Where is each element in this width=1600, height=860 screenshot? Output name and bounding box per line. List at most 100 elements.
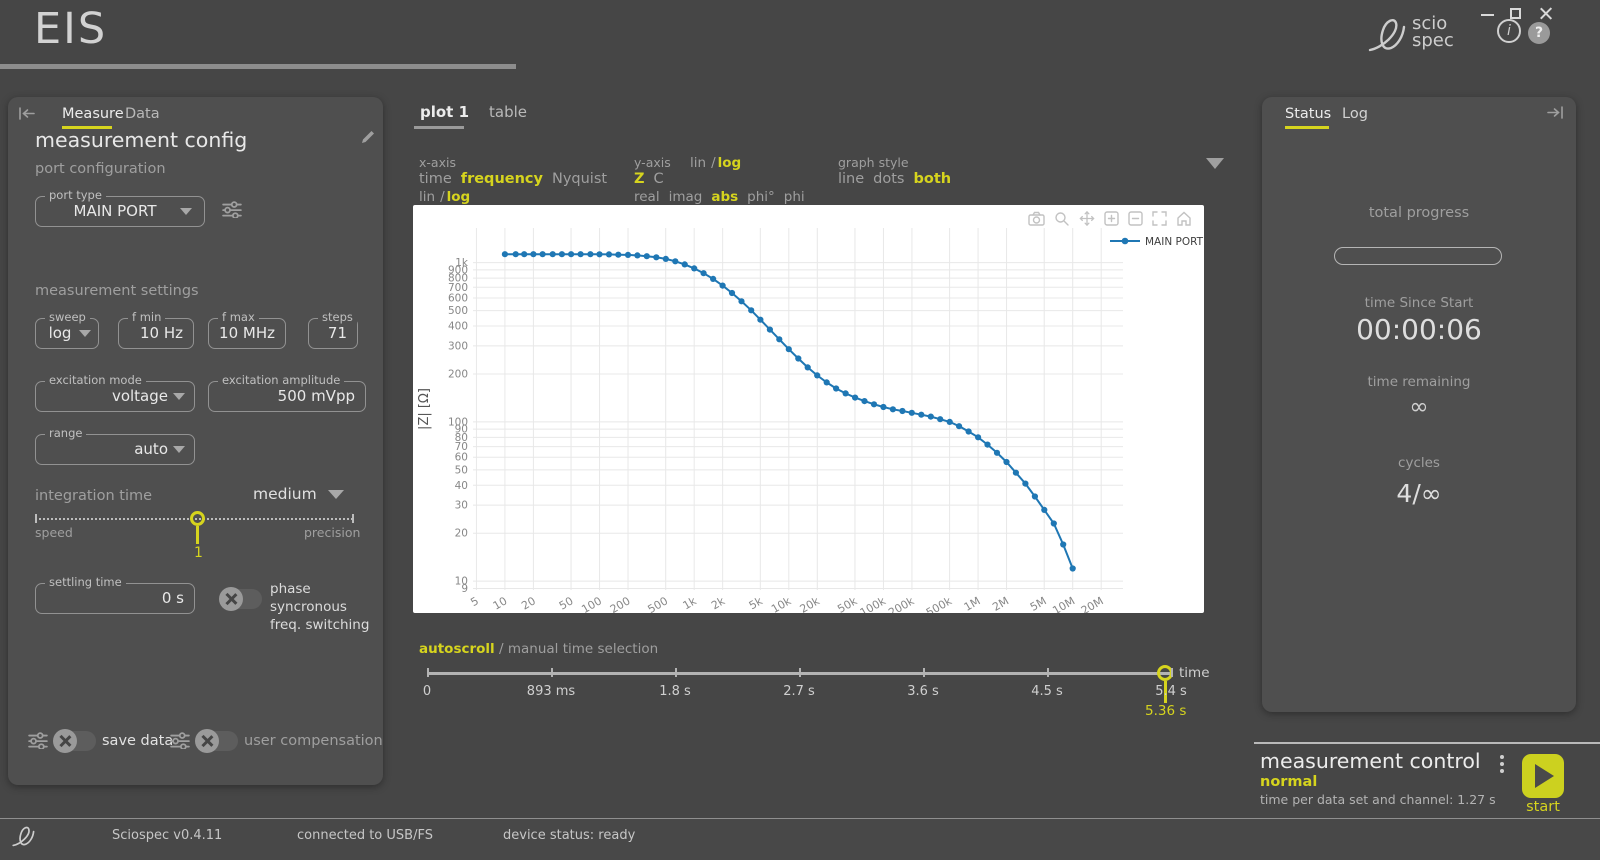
- sciospec-logo-icon: [1368, 19, 1406, 52]
- sciospec-footer-logo-icon: [12, 826, 35, 847]
- tab-status[interactable]: Status: [1285, 106, 1331, 122]
- tab-log[interactable]: Log: [1342, 106, 1368, 122]
- start-button[interactable]: [1522, 754, 1564, 798]
- option-both[interactable]: both: [914, 171, 952, 187]
- time-slider[interactable]: time 5.36 s 0 893 ms 1.8 s 2.7 s 3.6 s 4.5 s 5…: [423, 665, 1210, 721]
- plot-card: 5 10 20 50 100 200 500 1k 2k 5k 10k 20k 50k 100k 200k 5…: [413, 205, 1204, 627]
- time-tick: [923, 668, 925, 677]
- svg-text:10: 10: [491, 594, 510, 612]
- autoscroll-option[interactable]: autoscroll: [419, 641, 495, 657]
- slider-end-tick: [352, 514, 354, 523]
- zoom-in-icon[interactable]: [1104, 211, 1119, 226]
- tab-measure[interactable]: Measure: [62, 106, 124, 122]
- svg-text:20k: 20k: [798, 594, 823, 613]
- svg-text:5k: 5k: [747, 594, 766, 612]
- svg-text:|Z| [Ω]: |Z| [Ω]: [417, 388, 432, 430]
- close-icon[interactable]: [1538, 5, 1554, 21]
- user-compensation-toggle[interactable]: [195, 729, 238, 753]
- user-compensation-tune-icon[interactable]: [170, 731, 190, 749]
- option-imag[interactable]: imag: [669, 189, 703, 205]
- settling-time-field[interactable]: settling time 0 s: [35, 575, 195, 614]
- svg-text:200: 200: [448, 368, 468, 380]
- info-icon[interactable]: i: [1497, 19, 1521, 43]
- autoscroll-separator: /: [498, 641, 504, 657]
- zoom-icon[interactable]: [1054, 211, 1070, 226]
- minimize-icon[interactable]: [1481, 14, 1494, 16]
- option-log[interactable]: log: [447, 189, 471, 205]
- time-handle-value: 5.36 s: [1145, 703, 1187, 719]
- svg-text:400: 400: [448, 321, 468, 333]
- option-c[interactable]: C: [654, 171, 664, 187]
- time-remaining-value: ∞: [1409, 394, 1429, 420]
- svg-text:500k: 500k: [924, 594, 955, 613]
- autoscale-icon[interactable]: [1152, 211, 1167, 226]
- kebab-menu-icon[interactable]: [1498, 752, 1506, 776]
- option-log[interactable]: log: [718, 155, 742, 171]
- impedance-chart[interactable]: 5 10 20 50 100 200 500 1k 2k 5k 10k 20k 50k100k200k 5…: [413, 205, 1204, 627]
- maximize-icon[interactable]: [1510, 8, 1521, 19]
- f-max-label: f max: [218, 310, 259, 324]
- option-time[interactable]: time: [419, 171, 452, 187]
- save-data-toggle[interactable]: [53, 729, 96, 753]
- zoom-out-icon[interactable]: [1128, 211, 1143, 226]
- time-tick-label: 893 ms: [526, 684, 576, 699]
- option-line[interactable]: line: [838, 171, 864, 187]
- collapse-right-icon[interactable]: [1546, 105, 1564, 120]
- steps-field[interactable]: steps 71: [308, 310, 358, 349]
- tab-table[interactable]: table: [489, 103, 527, 121]
- svg-text:20: 20: [519, 594, 538, 612]
- option-lin[interactable]: lin: [690, 155, 706, 171]
- excitation-mode-field[interactable]: excitation mode voltage: [35, 373, 195, 412]
- tab-plot-1[interactable]: plot 1: [420, 103, 469, 121]
- svg-text:20M: 20M: [1079, 594, 1106, 613]
- measurement-info: time per data set and channel: 1.27 s: [1260, 792, 1496, 807]
- svg-text:1k: 1k: [681, 594, 700, 612]
- integration-time-dropdown[interactable]: medium: [253, 485, 344, 503]
- range-field[interactable]: range auto: [35, 426, 195, 465]
- option-phi[interactable]: phi°: [747, 189, 775, 205]
- panel-title: measurement config: [35, 128, 248, 152]
- dropdown-arrow-icon: [180, 208, 192, 215]
- phase-sync-toggle[interactable]: [219, 587, 262, 611]
- option-abs[interactable]: abs: [711, 189, 738, 205]
- f-min-value: 10 Hz: [139, 324, 183, 342]
- excitation-amplitude-field[interactable]: excitation amplitude 500 mVpp: [208, 373, 366, 412]
- autoscroll-row: autoscroll / manual time selection: [419, 641, 658, 657]
- help-icon[interactable]: ?: [1528, 22, 1550, 44]
- svg-text:9: 9: [461, 583, 468, 595]
- integration-time-label: integration time: [35, 488, 153, 504]
- edit-pencil-icon[interactable]: [360, 129, 376, 145]
- option-dots[interactable]: dots: [873, 171, 904, 187]
- svg-text:60: 60: [455, 452, 468, 464]
- y-axis-scale-options: lin / log: [690, 155, 750, 171]
- settling-time-value: 0 s: [161, 589, 184, 607]
- manual-time-option[interactable]: manual time selection: [508, 641, 658, 657]
- pan-icon[interactable]: [1079, 211, 1095, 226]
- integration-slider-handle[interactable]: [190, 511, 205, 526]
- save-data-tune-icon[interactable]: [28, 731, 48, 749]
- option-frequency[interactable]: frequency: [461, 171, 543, 187]
- option-phi[interactable]: phi: [784, 189, 805, 205]
- port-tune-icon[interactable]: [222, 200, 242, 218]
- svg-text:500: 500: [646, 594, 671, 613]
- reset-axes-icon[interactable]: [1176, 211, 1192, 226]
- sweep-field[interactable]: sweep log: [35, 310, 99, 349]
- slider-precision-label: precision: [304, 525, 361, 540]
- start-button-label: start: [1526, 799, 1560, 815]
- option-z[interactable]: Z: [634, 171, 645, 187]
- port-type-field[interactable]: port type MAIN PORT: [35, 188, 205, 227]
- collapse-axis-controls-icon[interactable]: [1206, 158, 1224, 169]
- collapse-left-icon[interactable]: [18, 106, 36, 121]
- dropdown-arrow-icon: [327, 490, 344, 499]
- camera-icon[interactable]: [1028, 211, 1045, 226]
- f-min-field[interactable]: f min 10 Hz: [118, 310, 194, 349]
- integration-time-value: medium: [253, 485, 317, 503]
- option-real[interactable]: real: [634, 189, 660, 205]
- tab-data[interactable]: Data: [125, 106, 160, 122]
- f-max-field[interactable]: f max 10 MHz: [208, 310, 286, 349]
- device-status: device status: ready: [503, 828, 636, 843]
- option-lin[interactable]: lin: [419, 189, 435, 205]
- option-nyquist[interactable]: Nyquist: [552, 171, 607, 187]
- y-axis-label: y-axis: [634, 155, 671, 170]
- status-bar: Sciospec v0.4.11 connected to USB/FS dev…: [0, 818, 1600, 860]
